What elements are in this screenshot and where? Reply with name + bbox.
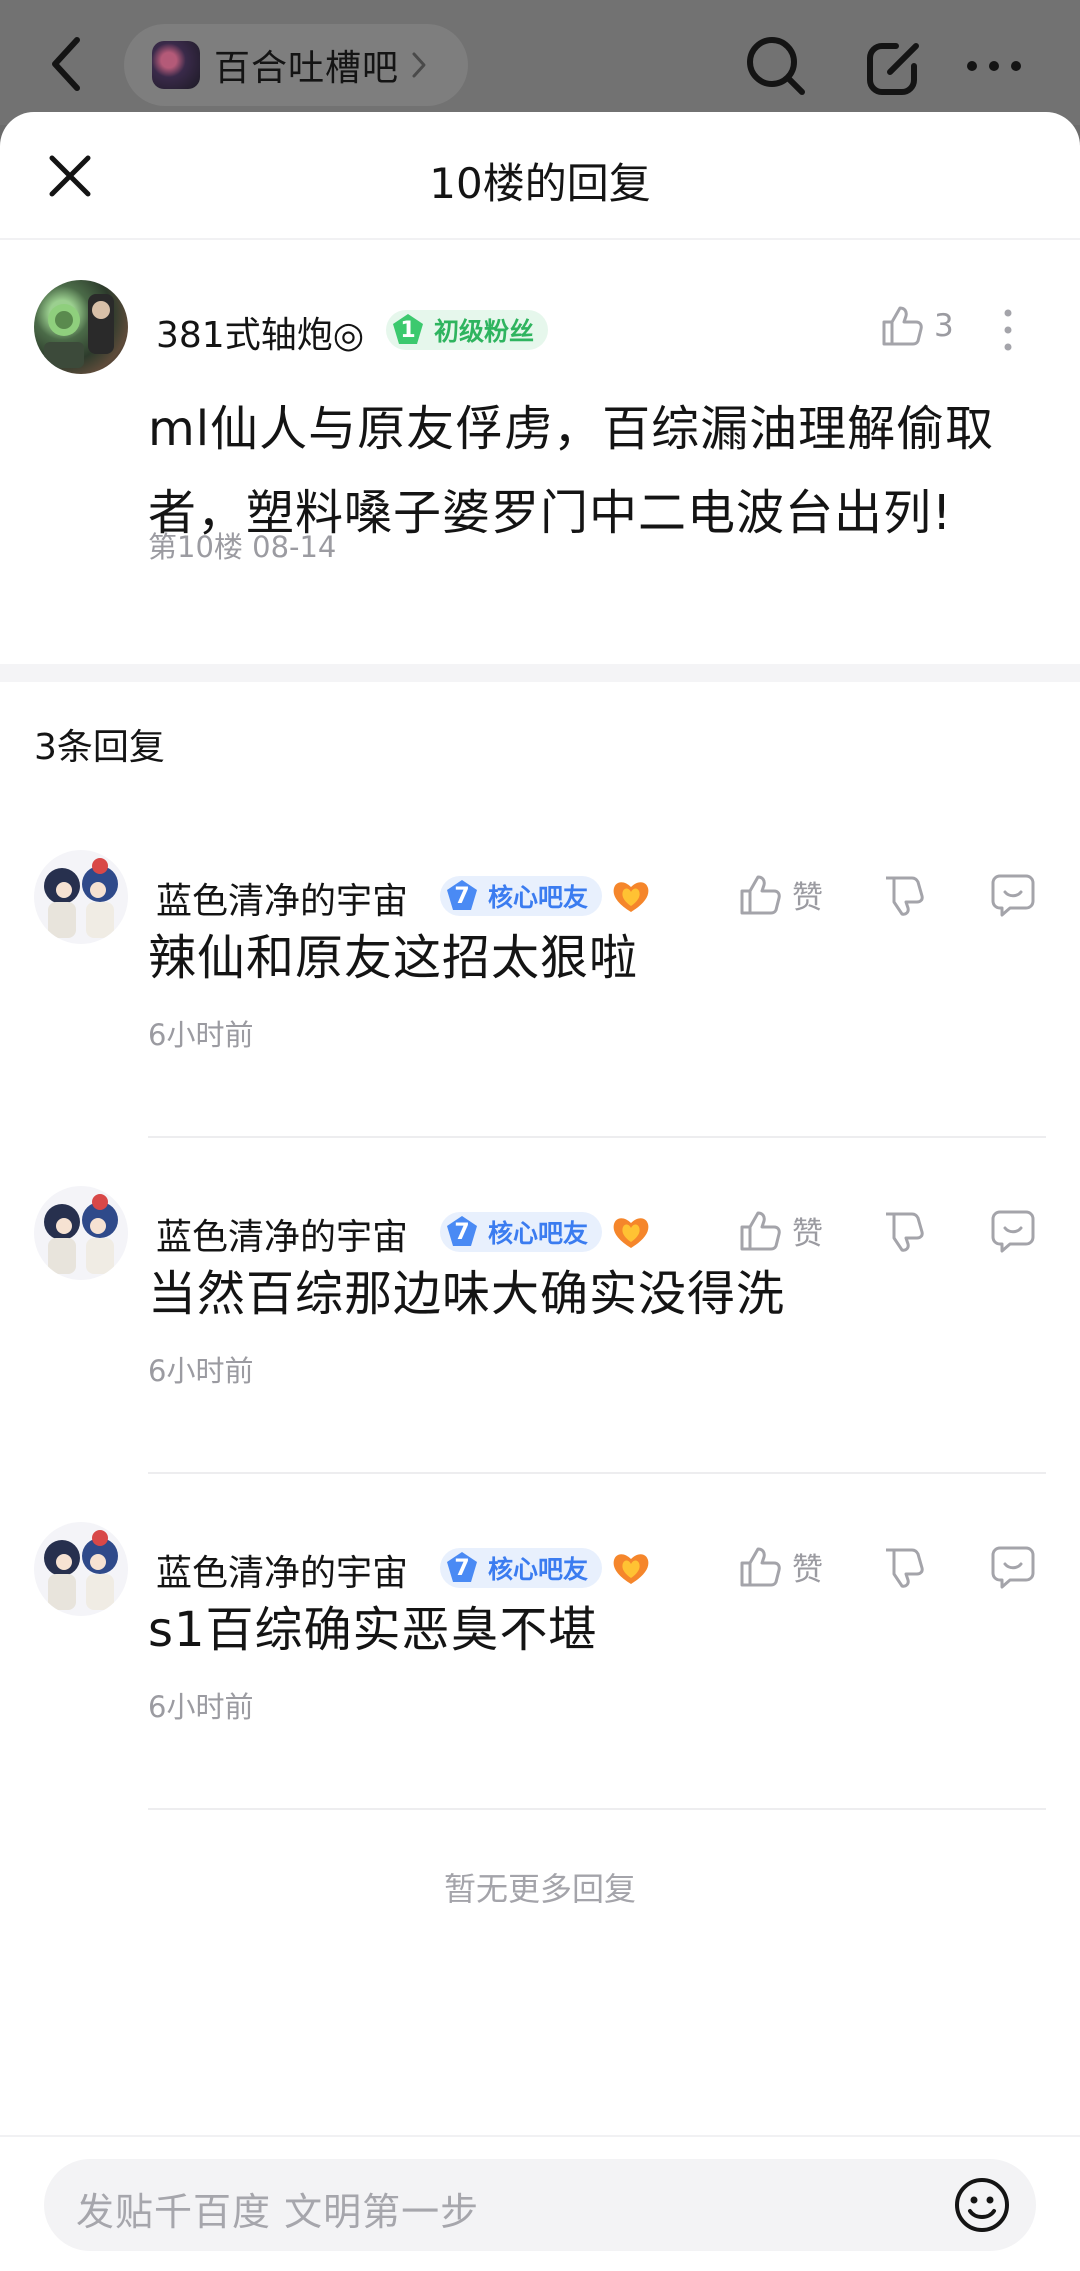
dislike-button[interactable] (882, 1546, 926, 1590)
fire-heart-icon (613, 882, 649, 912)
like-label: 赞 (792, 1216, 823, 1252)
comment-icon (991, 874, 1035, 917)
search-icon (747, 37, 805, 95)
avatar[interactable] (34, 1186, 128, 1280)
thumbs-down-icon (886, 876, 924, 916)
avatar[interactable] (34, 850, 128, 944)
thumbs-up-icon (882, 306, 923, 346)
chevron-right-icon (412, 52, 426, 78)
divider (148, 1472, 1046, 1474)
reply-input-placeholder: 发贴千百度 文明第一步 (76, 2190, 480, 2234)
top-bar: 百合吐槽吧 (0, 0, 1080, 125)
fire-heart-icon (613, 1218, 649, 1248)
avatar-image (44, 294, 114, 368)
fan-level-badge: 7 核心吧友 (440, 1212, 603, 1252)
thumbs-down-icon (886, 1212, 924, 1252)
avatar-image (44, 1194, 118, 1274)
badge-label: 核心吧友 (488, 1219, 589, 1248)
more-horizontal-icon (967, 61, 1021, 71)
username[interactable]: 381式轴炮◎ (156, 306, 364, 358)
thumbs-up-icon (740, 1547, 781, 1586)
comment-icon (991, 1210, 1035, 1253)
reply-count: 3条回复 (34, 727, 165, 768)
reply-content: 辣仙和原友这招太狠啦 (148, 930, 639, 986)
edit-icon (867, 43, 919, 95)
reply-button[interactable] (990, 872, 1036, 918)
like-button[interactable]: 赞 (738, 872, 823, 917)
fan-level-badge: 1 初级粉丝 (386, 310, 549, 350)
level-icon: 7 (444, 1214, 480, 1250)
search-button[interactable] (738, 28, 814, 104)
fire-heart-icon (613, 1554, 649, 1584)
reply-time: 6小时前 (148, 1018, 254, 1052)
reply-sheet: 10楼的回复 381式轴炮◎ 1 初级粉丝 3 ml仙人与原友俘虏，百综漏油理解… (0, 112, 1080, 2271)
comment-icon (991, 1546, 1035, 1589)
badge-level: 1 (400, 317, 416, 343)
divider (148, 1808, 1046, 1810)
forum-chip[interactable]: 百合吐槽吧 (124, 24, 468, 106)
badge-level: 7 (454, 1555, 470, 1581)
avatar[interactable] (34, 280, 128, 374)
reply-content: 当然百综那边味大确实没得洗 (148, 1266, 786, 1322)
badge-level: 7 (454, 1219, 470, 1245)
more-button[interactable] (956, 28, 1032, 104)
reply-button[interactable] (990, 1208, 1036, 1254)
back-button[interactable] (36, 28, 96, 100)
dislike-button[interactable] (882, 1210, 926, 1254)
like-button[interactable]: 赞 (738, 1208, 823, 1253)
thumbs-down-icon (886, 1548, 924, 1588)
fan-level-badge: 7 核心吧友 (440, 876, 603, 916)
reply-time: 6小时前 (148, 1354, 254, 1388)
chevron-left-icon (52, 37, 80, 91)
sheet-title: 10楼的回复 (429, 159, 651, 208)
level-icon: 1 (390, 312, 426, 348)
thumbs-up-icon (740, 1211, 781, 1250)
reply-time: 6小时前 (148, 1690, 254, 1724)
avatar[interactable] (34, 1522, 128, 1616)
avatar-image (44, 858, 118, 938)
edit-post-button[interactable] (858, 28, 934, 104)
reply-content: s1百综确实恶臭不堪 (148, 1602, 598, 1658)
reply-input[interactable]: 发贴千百度 文明第一步 (44, 2159, 1036, 2251)
comment-meta: 第10楼 08-14 (148, 530, 337, 564)
bottom-input-bar: 发贴千百度 文明第一步 (0, 2135, 1080, 2271)
no-more-replies: 暂无更多回复 (443, 1870, 636, 1908)
fan-level-badge: 7 核心吧友 (440, 1548, 603, 1588)
section-separator (0, 664, 1080, 682)
reply-button[interactable] (990, 1544, 1036, 1590)
like-button[interactable]: 3 (880, 304, 954, 348)
like-label: 赞 (792, 1552, 823, 1588)
comment-more-button[interactable] (1002, 308, 1014, 352)
thumbs-up-icon (740, 875, 781, 914)
level-icon: 7 (444, 878, 480, 914)
badge-level: 7 (454, 883, 470, 909)
avatar-image (44, 1530, 118, 1610)
badge-label: 初级粉丝 (434, 317, 535, 346)
dislike-button[interactable] (882, 874, 926, 918)
divider (148, 1136, 1046, 1138)
forum-avatar (152, 41, 200, 89)
more-vertical-icon (1004, 309, 1012, 351)
like-count: 3 (934, 308, 954, 344)
forum-name: 百合吐槽吧 (214, 48, 400, 89)
sheet-header: 10楼的回复 (0, 112, 1080, 240)
badge-label: 核心吧友 (488, 883, 589, 912)
like-label: 赞 (792, 880, 823, 916)
emoji-button[interactable] (946, 2169, 1018, 2241)
like-button[interactable]: 赞 (738, 1544, 823, 1589)
level-icon: 7 (444, 1550, 480, 1586)
smile-icon (955, 2178, 1009, 2232)
badge-label: 核心吧友 (488, 1555, 589, 1584)
